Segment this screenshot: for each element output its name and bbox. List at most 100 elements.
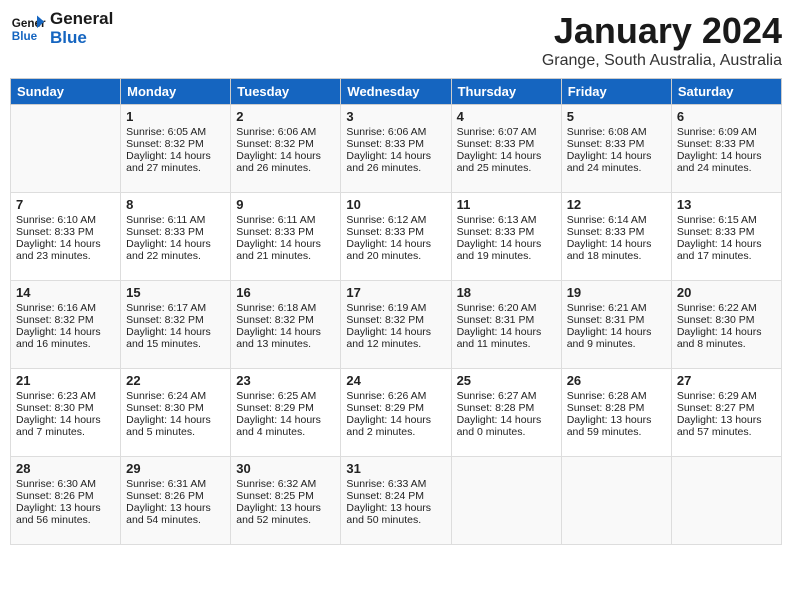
calendar-cell: 13 Sunrise: 6:15 AMSunset: 8:33 PMDayligh…	[671, 193, 781, 281]
sunset-text: Sunset: 8:33 PM	[677, 226, 776, 238]
sunset-text: Sunset: 8:32 PM	[126, 314, 225, 326]
sunset-text: Sunset: 8:31 PM	[457, 314, 556, 326]
sunrise-text: Sunrise: 6:09 AM	[677, 126, 776, 138]
day-number: 13	[677, 197, 776, 212]
sunset-text: Sunset: 8:28 PM	[567, 402, 666, 414]
sunset-text: Sunset: 8:24 PM	[346, 490, 445, 502]
daylight-text: Daylight: 13 hours and 50 minutes.	[346, 502, 445, 526]
calendar-cell: 6Sunrise: 6:09 AMSunset: 8:33 PMDaylight…	[671, 105, 781, 193]
logo: General Blue General Blue	[10, 10, 113, 47]
sunset-text: Sunset: 8:33 PM	[346, 226, 445, 238]
day-number: 28	[16, 461, 115, 476]
calendar-cell: 15Sunrise: 6:17 AMSunset: 8:32 PMDayligh…	[121, 281, 231, 369]
day-number: 6	[677, 109, 776, 124]
daylight-text: Daylight: 13 hours and 54 minutes.	[126, 502, 225, 526]
calendar-cell: 23Sunrise: 6:25 AMSunset: 8:29 PMDayligh…	[231, 369, 341, 457]
sunset-text: Sunset: 8:30 PM	[677, 314, 776, 326]
day-number: 5	[567, 109, 666, 124]
sunrise-text: Sunrise: 6:10 AM	[16, 214, 115, 226]
day-number: 3	[346, 109, 445, 124]
day-number: 12	[567, 197, 666, 212]
sunrise-text: Sunrise: 6:06 AM	[236, 126, 335, 138]
day-number: 11	[457, 197, 556, 212]
day-number: 22	[126, 373, 225, 388]
month-year-title: January 2024	[542, 10, 782, 52]
calendar-cell: 19Sunrise: 6:21 AMSunset: 8:31 PMDayligh…	[561, 281, 671, 369]
sunset-text: Sunset: 8:33 PM	[126, 226, 225, 238]
daylight-text: Daylight: 14 hours and 13 minutes.	[236, 326, 335, 350]
calendar-cell: 11 Sunrise: 6:13 AMSunset: 8:33 PMDayligh…	[451, 193, 561, 281]
sunrise-text: Sunrise: 6:18 AM	[236, 302, 335, 314]
logo-blue: Blue	[50, 29, 113, 48]
calendar-cell: 17Sunrise: 6:19 AMSunset: 8:32 PMDayligh…	[341, 281, 451, 369]
sunrise-text: Sunrise: 6:13 AM	[457, 214, 556, 226]
day-number: 21	[16, 373, 115, 388]
header-monday: Monday	[121, 79, 231, 105]
sunrise-text: Sunrise: 6:31 AM	[126, 478, 225, 490]
sunrise-text: Sunrise: 6:15 AM	[677, 214, 776, 226]
sunrise-text: Sunrise: 6:14 AM	[567, 214, 666, 226]
day-number: 24	[346, 373, 445, 388]
daylight-text: Daylight: 14 hours and 5 minutes.	[126, 414, 225, 438]
sunrise-text: Sunrise: 6:27 AM	[457, 390, 556, 402]
day-number: 26	[567, 373, 666, 388]
calendar-cell: 8Sunrise: 6:11 AMSunset: 8:33 PMDaylight…	[121, 193, 231, 281]
day-number: 30	[236, 461, 335, 476]
calendar-cell: 24Sunrise: 6:26 AMSunset: 8:29 PMDayligh…	[341, 369, 451, 457]
sunrise-text: Sunrise: 6:06 AM	[346, 126, 445, 138]
calendar-header-row: SundayMondayTuesdayWednesdayThursdayFrid…	[11, 79, 782, 105]
sunset-text: Sunset: 8:32 PM	[236, 138, 335, 150]
calendar-week-row: 1Sunrise: 6:05 AMSunset: 8:32 PMDaylight…	[11, 105, 782, 193]
sunset-text: Sunset: 8:33 PM	[567, 138, 666, 150]
sunrise-text: Sunrise: 6:28 AM	[567, 390, 666, 402]
sunrise-text: Sunrise: 6:24 AM	[126, 390, 225, 402]
day-number: 2	[236, 109, 335, 124]
calendar-cell: 18Sunrise: 6:20 AMSunset: 8:31 PMDayligh…	[451, 281, 561, 369]
calendar-cell: 21Sunrise: 6:23 AMSunset: 8:30 PMDayligh…	[11, 369, 121, 457]
daylight-text: Daylight: 14 hours and 22 minutes.	[126, 238, 225, 262]
calendar-cell: 9Sunrise: 6:11 AMSunset: 8:33 PMDaylight…	[231, 193, 341, 281]
day-number: 25	[457, 373, 556, 388]
daylight-text: Daylight: 14 hours and 17 minutes.	[677, 238, 776, 262]
daylight-text: Daylight: 14 hours and 7 minutes.	[16, 414, 115, 438]
day-number: 16	[236, 285, 335, 300]
daylight-text: Daylight: 14 hours and 8 minutes.	[677, 326, 776, 350]
sunset-text: Sunset: 8:31 PM	[567, 314, 666, 326]
day-number: 7	[16, 197, 115, 212]
calendar-week-row: 28Sunrise: 6:30 AMSunset: 8:26 PMDayligh…	[11, 457, 782, 545]
sunset-text: Sunset: 8:33 PM	[457, 226, 556, 238]
sunrise-text: Sunrise: 6:08 AM	[567, 126, 666, 138]
calendar-cell: 2 Sunrise: 6:06 AMSunset: 8:32 PMDaylight…	[231, 105, 341, 193]
calendar-cell: 1Sunrise: 6:05 AMSunset: 8:32 PMDaylight…	[121, 105, 231, 193]
sunset-text: Sunset: 8:27 PM	[677, 402, 776, 414]
sunrise-text: Sunrise: 6:32 AM	[236, 478, 335, 490]
calendar-table: SundayMondayTuesdayWednesdayThursdayFrid…	[10, 78, 782, 545]
logo-general: General	[50, 10, 113, 29]
calendar-cell: 28Sunrise: 6:30 AMSunset: 8:26 PMDayligh…	[11, 457, 121, 545]
sunset-text: Sunset: 8:33 PM	[457, 138, 556, 150]
sunset-text: Sunset: 8:30 PM	[126, 402, 225, 414]
sunrise-text: Sunrise: 6:05 AM	[126, 126, 225, 138]
daylight-text: Daylight: 13 hours and 52 minutes.	[236, 502, 335, 526]
header-friday: Friday	[561, 79, 671, 105]
daylight-text: Daylight: 14 hours and 15 minutes.	[126, 326, 225, 350]
daylight-text: Daylight: 14 hours and 19 minutes.	[457, 238, 556, 262]
daylight-text: Daylight: 13 hours and 56 minutes.	[16, 502, 115, 526]
page-header: General Blue General Blue January 2024 G…	[10, 10, 782, 70]
daylight-text: Daylight: 14 hours and 26 minutes.	[236, 150, 335, 174]
daylight-text: Daylight: 14 hours and 11 minutes.	[457, 326, 556, 350]
header-saturday: Saturday	[671, 79, 781, 105]
day-number: 18	[457, 285, 556, 300]
daylight-text: Daylight: 14 hours and 2 minutes.	[346, 414, 445, 438]
calendar-cell: 10Sunrise: 6:12 AMSunset: 8:33 PMDayligh…	[341, 193, 451, 281]
sunset-text: Sunset: 8:33 PM	[236, 226, 335, 238]
sunrise-text: Sunrise: 6:29 AM	[677, 390, 776, 402]
location-subtitle: Grange, South Australia, Australia	[542, 52, 782, 70]
daylight-text: Daylight: 14 hours and 12 minutes.	[346, 326, 445, 350]
daylight-text: Daylight: 14 hours and 24 minutes.	[567, 150, 666, 174]
day-number: 31	[346, 461, 445, 476]
sunrise-text: Sunrise: 6:33 AM	[346, 478, 445, 490]
sunrise-text: Sunrise: 6:23 AM	[16, 390, 115, 402]
calendar-cell: 7Sunrise: 6:10 AMSunset: 8:33 PMDaylight…	[11, 193, 121, 281]
calendar-week-row: 14Sunrise: 6:16 AMSunset: 8:32 PMDayligh…	[11, 281, 782, 369]
